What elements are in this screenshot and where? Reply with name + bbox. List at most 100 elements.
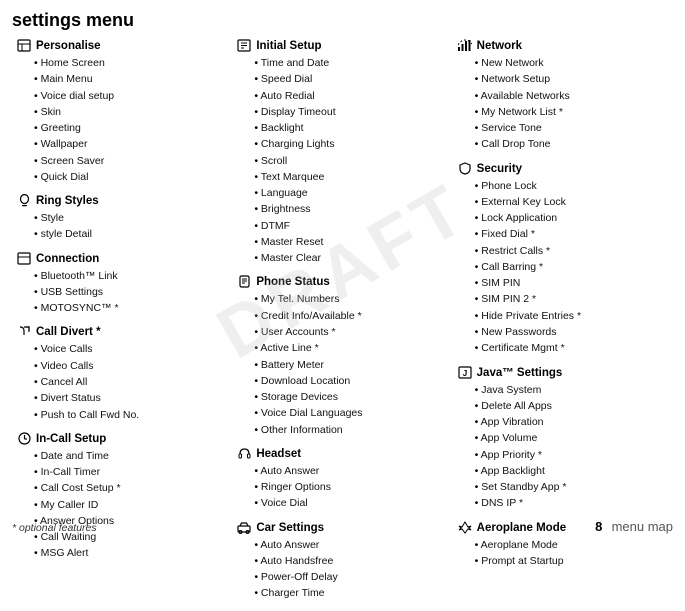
- list-item: Push to Call Fwd No.: [34, 407, 228, 423]
- list-item: Bluetooth™ Link: [34, 268, 228, 284]
- section-title-connection: Connection: [36, 253, 99, 265]
- section-title-ring-styles: Ring Styles: [36, 195, 99, 207]
- section-in-call-setup: In-Call Setup Date and TimeIn-Call TimerC…: [16, 432, 228, 562]
- list-item: App Priority *: [475, 447, 669, 463]
- list-item: Language: [254, 185, 448, 201]
- section-title-in-call-setup: In-Call Setup: [36, 433, 106, 445]
- page-info: 8 menu map: [595, 519, 673, 534]
- list-item: USB Settings: [34, 284, 228, 300]
- section-initial-setup: Initial SetupTime and DateSpeed DialAuto…: [236, 39, 448, 266]
- section-java-settings: JJava™ SettingsJava SystemDelete All App…: [457, 366, 669, 512]
- section-title-headset: Headset: [256, 448, 301, 460]
- list-item: New Passwords: [475, 324, 669, 340]
- list-item: Quick Dial: [34, 169, 228, 185]
- list-item: MOTOSYNC™ *: [34, 300, 228, 316]
- list-item: App Vibration: [475, 414, 669, 430]
- section-items-ring-styles: Stylestyle Detail: [16, 210, 228, 243]
- list-item: Main Menu: [34, 71, 228, 87]
- list-item: Speed Dial: [254, 71, 448, 87]
- page-number: 8: [595, 519, 602, 534]
- list-item: Voice Dial Languages: [254, 405, 448, 421]
- list-item: Aeroplane Mode: [475, 537, 669, 553]
- list-item: Charging Lights: [254, 136, 448, 152]
- section-header-call-divert: Call Divert *: [16, 325, 228, 339]
- security-icon: [457, 162, 473, 176]
- section-title-call-divert: Call Divert *: [36, 326, 101, 338]
- calldivert-icon: [16, 325, 32, 339]
- list-item: User Accounts *: [254, 324, 448, 340]
- headset-icon: [236, 447, 252, 461]
- list-item: Phone Lock: [475, 178, 669, 194]
- list-item: Active Line *: [254, 340, 448, 356]
- section-personalise: Personalise Home ScreenMain MenuVoice dia…: [16, 39, 228, 185]
- section-items-headset: Auto AnswerRinger OptionsVoice Dial: [236, 463, 448, 512]
- list-item: Battery Meter: [254, 357, 448, 373]
- section-items-initial-setup: Time and DateSpeed DialAuto RedialDispla…: [236, 55, 448, 266]
- ring-icon: [16, 194, 32, 208]
- list-item: Call Drop Tone: [475, 136, 669, 152]
- list-item: Master Reset: [254, 234, 448, 250]
- list-item: Set Standby App *: [475, 479, 669, 495]
- section-items-car-settings: Auto AnswerAuto HandsfreePower-Off Delay…: [236, 537, 448, 602]
- list-item: Time and Date: [254, 55, 448, 71]
- section-items-call-divert: Voice CallsVideo CallsCancel AllDivert S…: [16, 341, 228, 422]
- list-item: Certificate Mgmt *: [475, 340, 669, 356]
- list-item: style Detail: [34, 226, 228, 242]
- list-item: Credit Info/Available *: [254, 308, 448, 324]
- list-item: Date and Time: [34, 448, 228, 464]
- section-call-divert: Call Divert * Voice CallsVideo CallsCance…: [16, 325, 228, 422]
- list-item: DNS IP *: [475, 495, 669, 511]
- list-item: Voice dial setup: [34, 88, 228, 104]
- list-item: Screen Saver: [34, 153, 228, 169]
- list-item: Delete All Apps: [475, 398, 669, 414]
- list-item: Brightness: [254, 201, 448, 217]
- section-items-in-call-setup: Date and TimeIn-Call TimerCall Cost Setu…: [16, 448, 228, 562]
- section-headset: Headset Auto AnswerRinger OptionsVoice Di…: [236, 447, 448, 512]
- list-item: External Key Lock: [475, 194, 669, 210]
- list-item: Available Networks: [475, 88, 669, 104]
- incall-icon: [16, 432, 32, 446]
- section-network: NetworkNew NetworkNetwork SetupAvailable…: [457, 39, 669, 153]
- connection-icon: [16, 252, 32, 266]
- list-item: Home Screen: [34, 55, 228, 71]
- phonestatus-icon: [236, 275, 252, 289]
- section-title-phone-status: Phone Status: [256, 276, 329, 288]
- svg-text:J: J: [462, 369, 466, 378]
- list-item: Greeting: [34, 120, 228, 136]
- section-title-personalise: Personalise: [36, 40, 101, 52]
- list-item: Video Calls: [34, 358, 228, 374]
- list-item: Backlight: [254, 120, 448, 136]
- list-item: Call Cost Setup *: [34, 480, 228, 496]
- network-icon: [457, 39, 473, 53]
- section-header-headset: Headset: [236, 447, 448, 461]
- list-item: Ringer Options: [254, 479, 448, 495]
- list-item: Lock Application: [475, 210, 669, 226]
- section-header-personalise: Personalise: [16, 39, 228, 53]
- list-item: Voice Calls: [34, 341, 228, 357]
- list-item: Text Marquee: [254, 169, 448, 185]
- section-header-phone-status: Phone Status: [236, 275, 448, 289]
- section-security: Security Phone LockExternal Key LockLock …: [457, 162, 669, 357]
- list-item: Divert Status: [34, 390, 228, 406]
- list-item: App Volume: [475, 430, 669, 446]
- list-item: Master Clear: [254, 250, 448, 266]
- list-item: SIM PIN 2 *: [475, 291, 669, 307]
- page-label: menu map: [612, 519, 673, 534]
- list-item: Java System: [475, 382, 669, 398]
- list-item: Service Tone: [475, 120, 669, 136]
- section-items-java-settings: Java SystemDelete All AppsApp VibrationA…: [457, 382, 669, 512]
- section-items-network: New NetworkNetwork SetupAvailable Networ…: [457, 55, 669, 153]
- list-item: My Caller ID: [34, 497, 228, 513]
- footnote: * optional features: [12, 522, 97, 534]
- person-icon: [16, 39, 32, 53]
- list-item: Auto Answer: [254, 537, 448, 553]
- section-phone-status: Phone StatusMy Tel. NumbersCredit Info/A…: [236, 275, 448, 437]
- list-item: In-Call Timer: [34, 464, 228, 480]
- list-item: Restrict Calls *: [475, 243, 669, 259]
- section-header-connection: Connection: [16, 252, 228, 266]
- section-header-security: Security: [457, 162, 669, 176]
- section-items-personalise: Home ScreenMain MenuVoice dial setupSkin…: [16, 55, 228, 185]
- list-item: Display Timeout: [254, 104, 448, 120]
- list-item: Voice Dial: [254, 495, 448, 511]
- list-item: Auto Answer: [254, 463, 448, 479]
